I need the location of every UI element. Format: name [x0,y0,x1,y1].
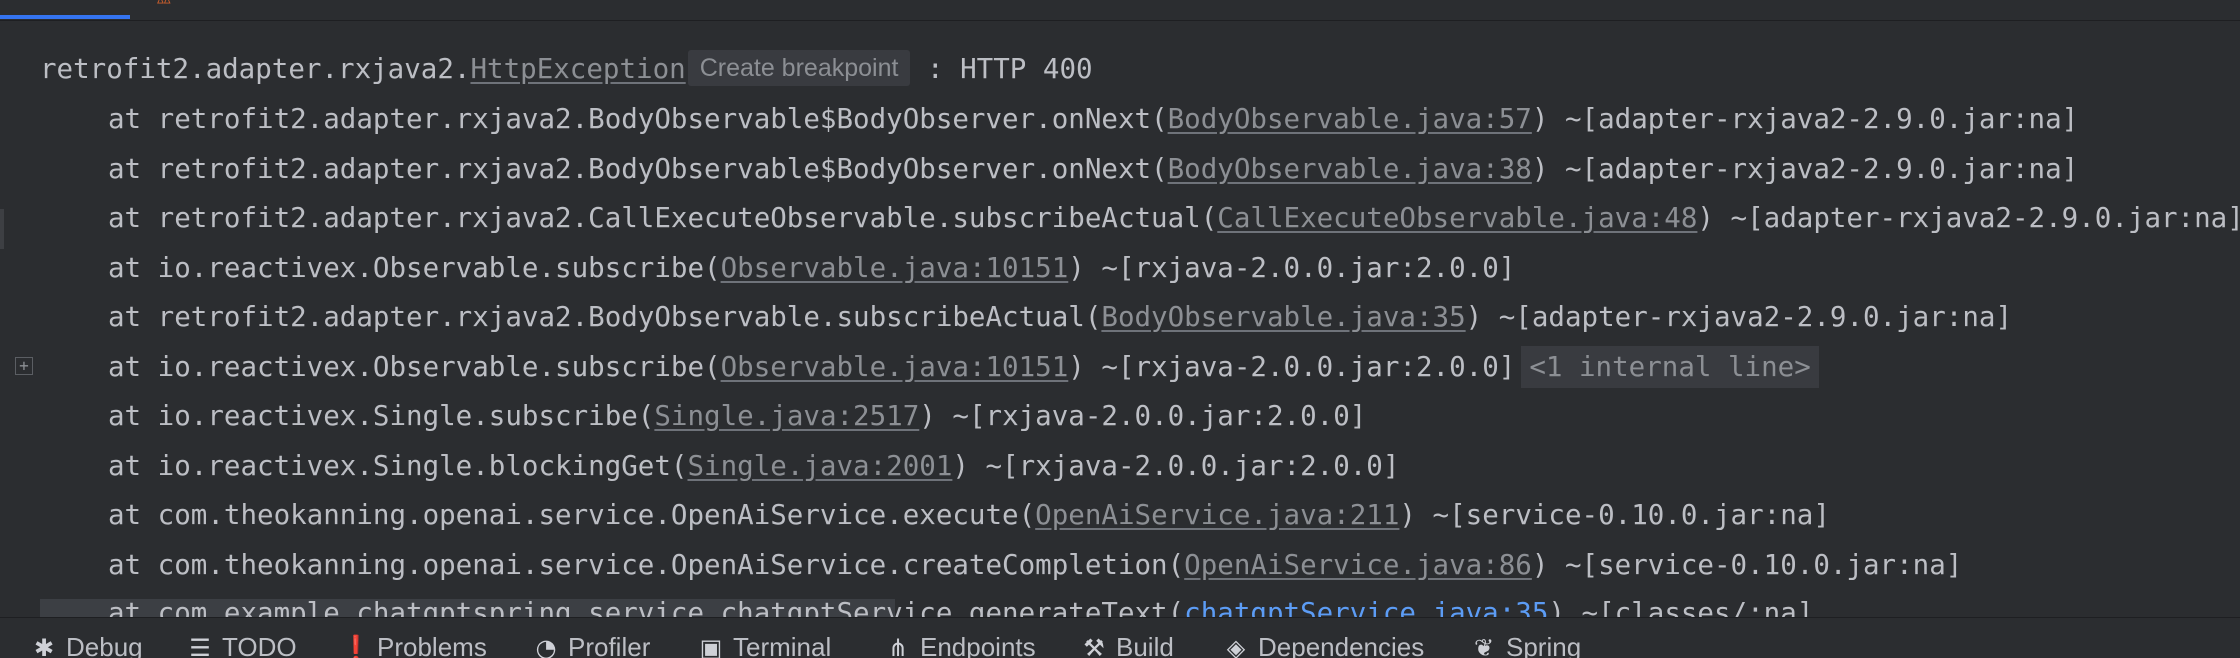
spring-leaf-icon: ❦ [1473,634,1495,658]
tool-label: Dependencies [1258,632,1425,658]
debug-tool-button[interactable]: ✱ Debug [30,632,143,658]
frame-artifact: ) ~[service-0.10.0.jar:na] [1399,499,1830,531]
frame-source-link[interactable]: OpenAiService.java:211 [1035,499,1399,531]
terminal-icon: ▣ [699,634,723,658]
frame-source-link[interactable]: CallExecuteObservable.java:48 [1217,202,1697,234]
frame-method: at retrofit2.adapter.rxjava2.BodyObserva… [108,301,1102,333]
endpoints-icon: ⋔ [887,634,909,658]
frame-source-link[interactable]: Single.java:2001 [687,450,952,482]
frame-artifact: ) ~[rxjava-2.0.0.jar:2.0.0] [919,400,1367,432]
stack-frame-line: at io.reactivex.Single.blockingGet(Singl… [108,444,1399,488]
build-tool-button[interactable]: ⚒ Build [1080,632,1174,658]
exception-prefix: retrofit2.adapter.rxjava2. [40,53,471,85]
stack-frame-line: at retrofit2.adapter.rxjava2.BodyObserva… [108,97,2078,141]
tool-window-tabs: ᐞᐞ [0,0,2240,21]
frame-source-link[interactable]: OpenAiService.java:86 [1184,549,1532,581]
tool-window-bar: ✱ Debug ☰ TODO ❗ Problems ◔ Profiler ▣ Termin… [0,617,2240,658]
exception-message: : HTTP 400 [927,53,1093,85]
console-gutter [0,21,8,617]
todo-tool-button[interactable]: ☰ TODO [186,632,297,658]
stack-frame-line: at com.theokanning.openai.service.OpenAi… [108,543,1962,587]
frame-source-link[interactable]: Observable.java:10151 [721,252,1069,284]
endpoints-tool-button[interactable]: ⋔ Endpoints [884,632,1036,658]
frame-method: at com.theokanning.openai.service.OpenAi… [108,499,1036,531]
tool-label: Profiler [568,632,651,658]
frame-artifact: ) ~[rxjava-2.0.0.jar:2.0.0] [952,450,1400,482]
frame-artifact: ) ~[adapter-rxjava2-2.9.0.jar:na] [1465,301,2013,333]
frame-artifact: ) ~[adapter-rxjava2-2.9.0.jar:na] [1697,202,2240,234]
exception-class-link[interactable]: HttpException [470,53,685,85]
frame-source-link[interactable]: BodyObservable.java:57 [1168,103,1532,135]
dependencies-icon: ◈ [1226,634,1246,658]
tool-label: Build [1116,632,1174,658]
stack-frame-line: at retrofit2.adapter.rxjava2.CallExecute… [108,196,2240,240]
exception-line: retrofit2.adapter.rxjava2.HttpException C… [40,47,1093,91]
problems-icon: ❗ [341,634,371,658]
terminal-tool-button[interactable]: ▣ Terminal [697,632,832,658]
expand-fold-icon[interactable]: + [15,357,33,375]
tool-label: Debug [66,632,143,658]
run-icon[interactable]: ᐞᐞ [156,0,171,13]
stack-frame-line: at io.reactivex.Observable.subscribe(Obs… [108,345,1819,389]
tool-label: Endpoints [920,632,1036,658]
frame-method: at retrofit2.adapter.rxjava2.BodyObserva… [108,103,1168,135]
gutter-marker [0,209,4,249]
frame-artifact: ) ~[classes/:na] [1548,597,1814,617]
todo-list-icon: ☰ [189,634,211,658]
frame-artifact: ) ~[adapter-rxjava2-2.9.0.jar:na] [1531,153,2079,185]
tool-label: TODO [222,632,297,658]
frame-method: at io.reactivex.Single.subscribe( [108,400,655,432]
frame-artifact: ) ~[rxjava-2.0.0.jar:2.0.0] [1068,351,1516,383]
tool-label: Problems [377,632,487,658]
frame-method: at io.reactivex.Observable.subscribe( [108,351,721,383]
stack-frame-line: at io.reactivex.Observable.subscribe(Obs… [108,246,1515,290]
frame-method: at com.theokanning.openai.service.OpenAi… [108,549,1185,581]
frame-method: at io.reactivex.Observable.subscribe( [108,252,721,284]
problems-tool-button[interactable]: ❗ Problems [341,632,487,658]
stack-frame-line: at com.theokanning.openai.service.OpenAi… [108,493,1830,537]
tool-label: Terminal [733,632,832,658]
folded-internal-lines[interactable]: <1 internal line> [1521,346,1819,388]
stack-frame-line: at retrofit2.adapter.rxjava2.BodyObserva… [108,295,2012,339]
profiler-tool-button[interactable]: ◔ Profiler [532,632,651,658]
build-hammer-icon: ⚒ [1083,634,1105,658]
frame-artifact: ) ~[rxjava-2.0.0.jar:2.0.0] [1068,252,1516,284]
frame-method: at retrofit2.adapter.rxjava2.CallExecute… [108,202,1218,234]
create-breakpoint-button[interactable]: Create breakpoint [687,50,911,86]
frame-artifact: ) ~[service-0.10.0.jar:na] [1531,549,1963,581]
active-tab-indicator [0,15,130,19]
spring-tool-button[interactable]: ❦ Spring [1470,632,1581,658]
frame-source-link[interactable]: BodyObservable.java:38 [1168,153,1532,185]
stack-frame-line: at retrofit2.adapter.rxjava2.BodyObserva… [108,147,2078,191]
stack-frame-line: at com.example.chatgptspring.service.cha… [108,591,1813,617]
profiler-icon: ◔ [535,634,557,658]
stack-frame-line: at io.reactivex.Single.subscribe(Single.… [108,394,1366,438]
frame-source-link[interactable]: Observable.java:10151 [721,351,1069,383]
frame-source-link[interactable]: Single.java:2517 [654,400,919,432]
frame-artifact: ) ~[adapter-rxjava2-2.9.0.jar:na] [1531,103,2079,135]
tool-label: Spring [1506,632,1582,658]
frame-method: at retrofit2.adapter.rxjava2.BodyObserva… [108,153,1168,185]
frame-source-link[interactable]: BodyObservable.java:35 [1101,301,1465,333]
dependencies-tool-button[interactable]: ◈ Dependencies [1222,632,1424,658]
frame-source-link[interactable]: chatgptService.java:35 [1184,597,1548,617]
debug-icon: ✱ [33,634,55,658]
ide-window: ᐞᐞ + retrofit2.adapter.rxjava2.HttpExcep… [0,0,2240,658]
frame-method: at com.example.chatgptspring.service.cha… [108,597,1185,617]
console-output[interactable]: + retrofit2.adapter.rxjava2.HttpExceptio… [0,21,2240,617]
frame-method: at io.reactivex.Single.blockingGet( [108,450,688,482]
